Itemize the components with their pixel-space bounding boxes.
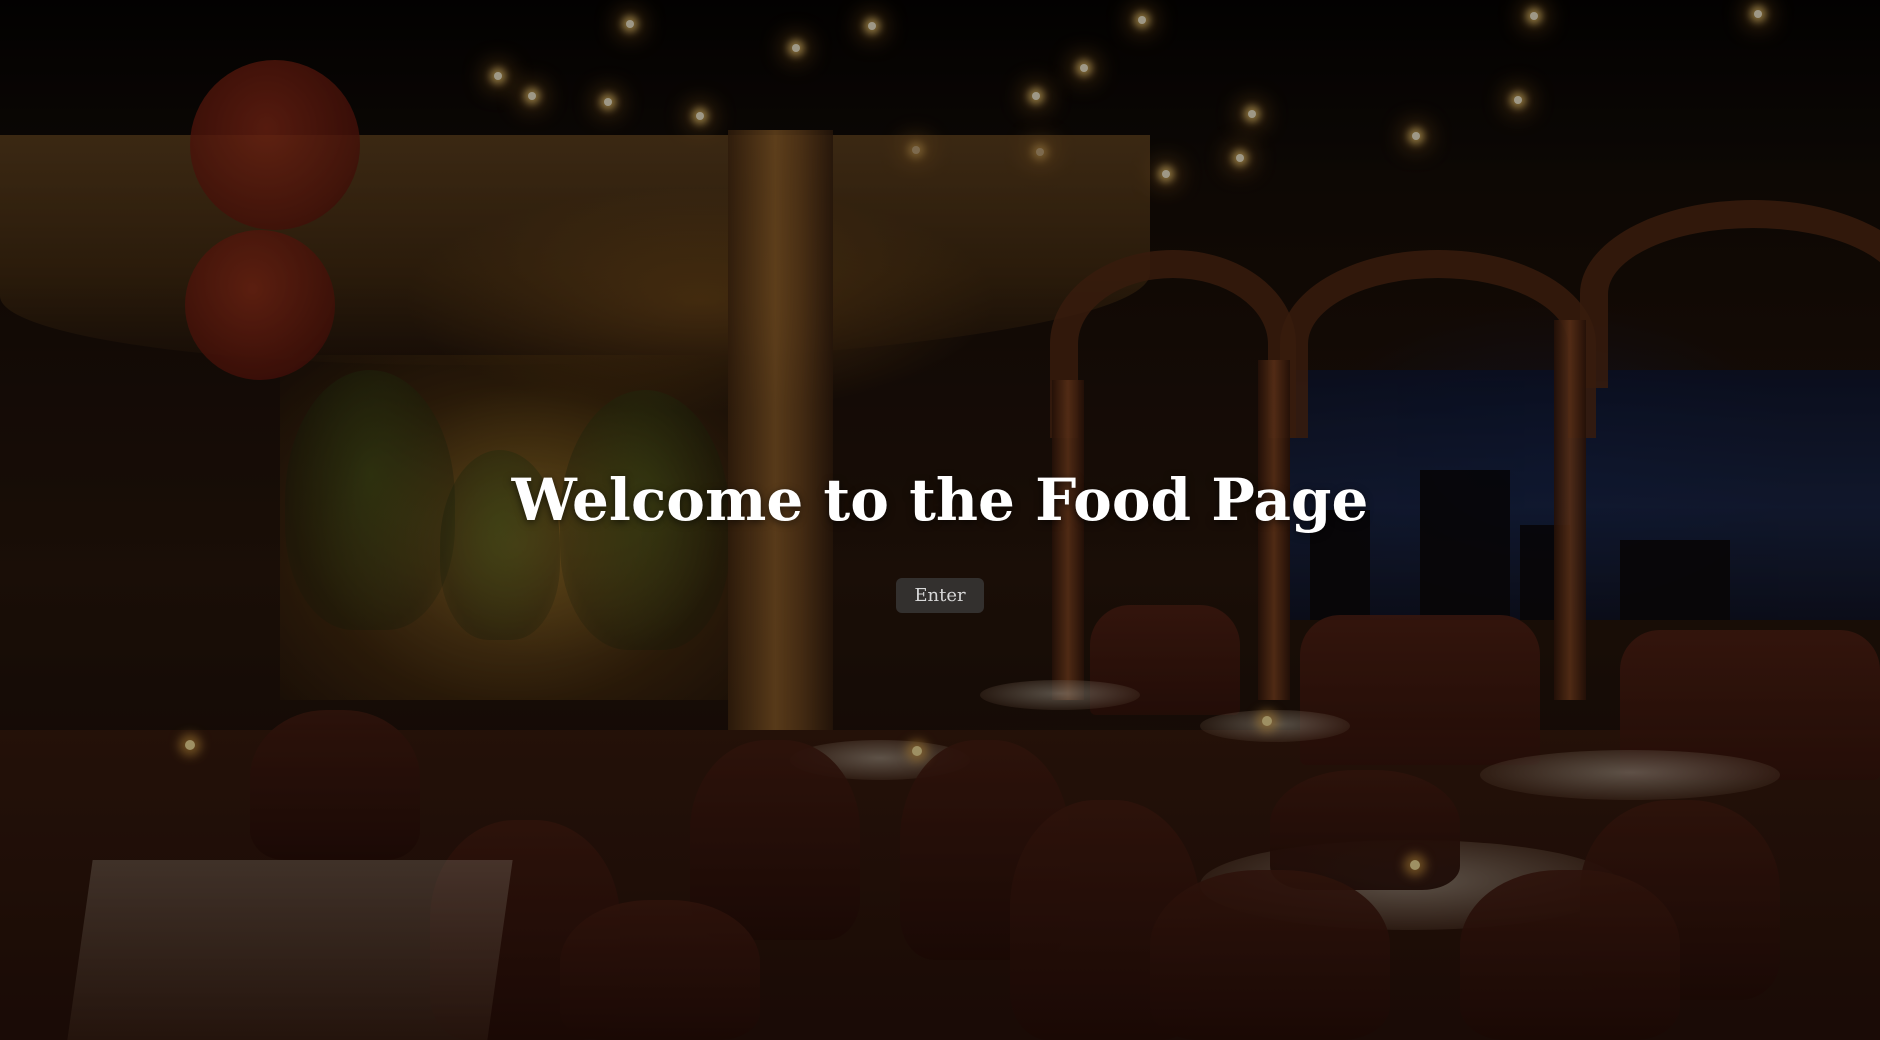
page-title: Welcome to the Food Page xyxy=(511,466,1369,534)
enter-button[interactable]: Enter xyxy=(896,578,984,613)
hero-section: Welcome to the Food Page Enter xyxy=(0,0,1880,1040)
hero-content: Welcome to the Food Page Enter xyxy=(0,460,1880,613)
